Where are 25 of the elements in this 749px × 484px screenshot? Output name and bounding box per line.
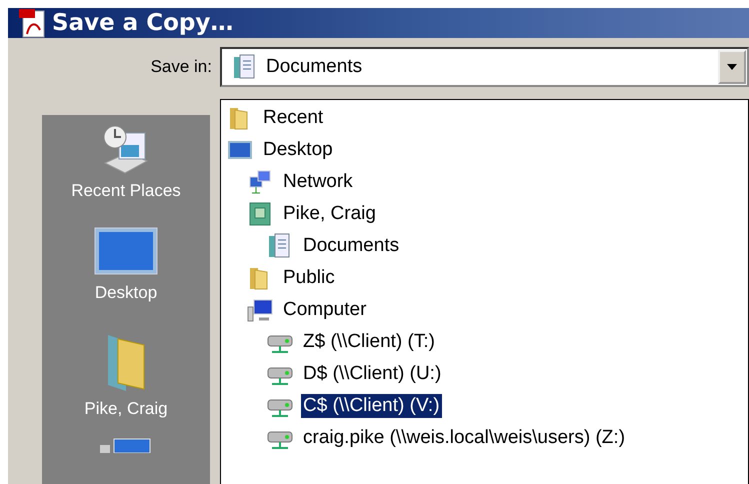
folder-list-item[interactable]: D$ (\\Client) (U:) [301,362,444,386]
place-label[interactable]: Pike, Craig [84,399,168,419]
pdf-document-icon [18,8,46,38]
folder-list-item[interactable]: craig.pike (\\weis.local\weis\users) (Z:) [301,426,628,450]
folder-list-item[interactable]: Z$ (\\Client) (T:) [301,330,437,354]
save-in-label: Save in: [150,57,213,77]
network-icon [247,169,273,195]
user-folder-icon [247,201,273,227]
computer-icon [247,297,273,323]
folder-list-item[interactable]: C$ (\\Client) (V:) [301,394,442,418]
folder-list-item[interactable]: Pike, Craig [281,202,378,226]
place-label[interactable]: Desktop [94,283,158,303]
caret-down-icon [727,64,737,70]
folder-list-item[interactable]: Computer [281,298,368,322]
dropdown-arrow-button[interactable] [718,50,746,84]
folder-list-item[interactable]: Network [281,170,355,194]
monitor-icon [94,227,158,277]
folder-list-item[interactable]: Desktop [261,138,335,162]
window-title: Save a Copy… [52,10,234,36]
save-in-dropdown[interactable]: Documents [220,47,749,87]
document-icon [232,54,256,80]
folder-list-item[interactable]: Documents [301,234,402,258]
folder-list-item[interactable]: Public [281,266,337,290]
folder-list-item[interactable]: Recent [261,106,326,130]
place-label[interactable]: Recent Places [71,181,181,201]
